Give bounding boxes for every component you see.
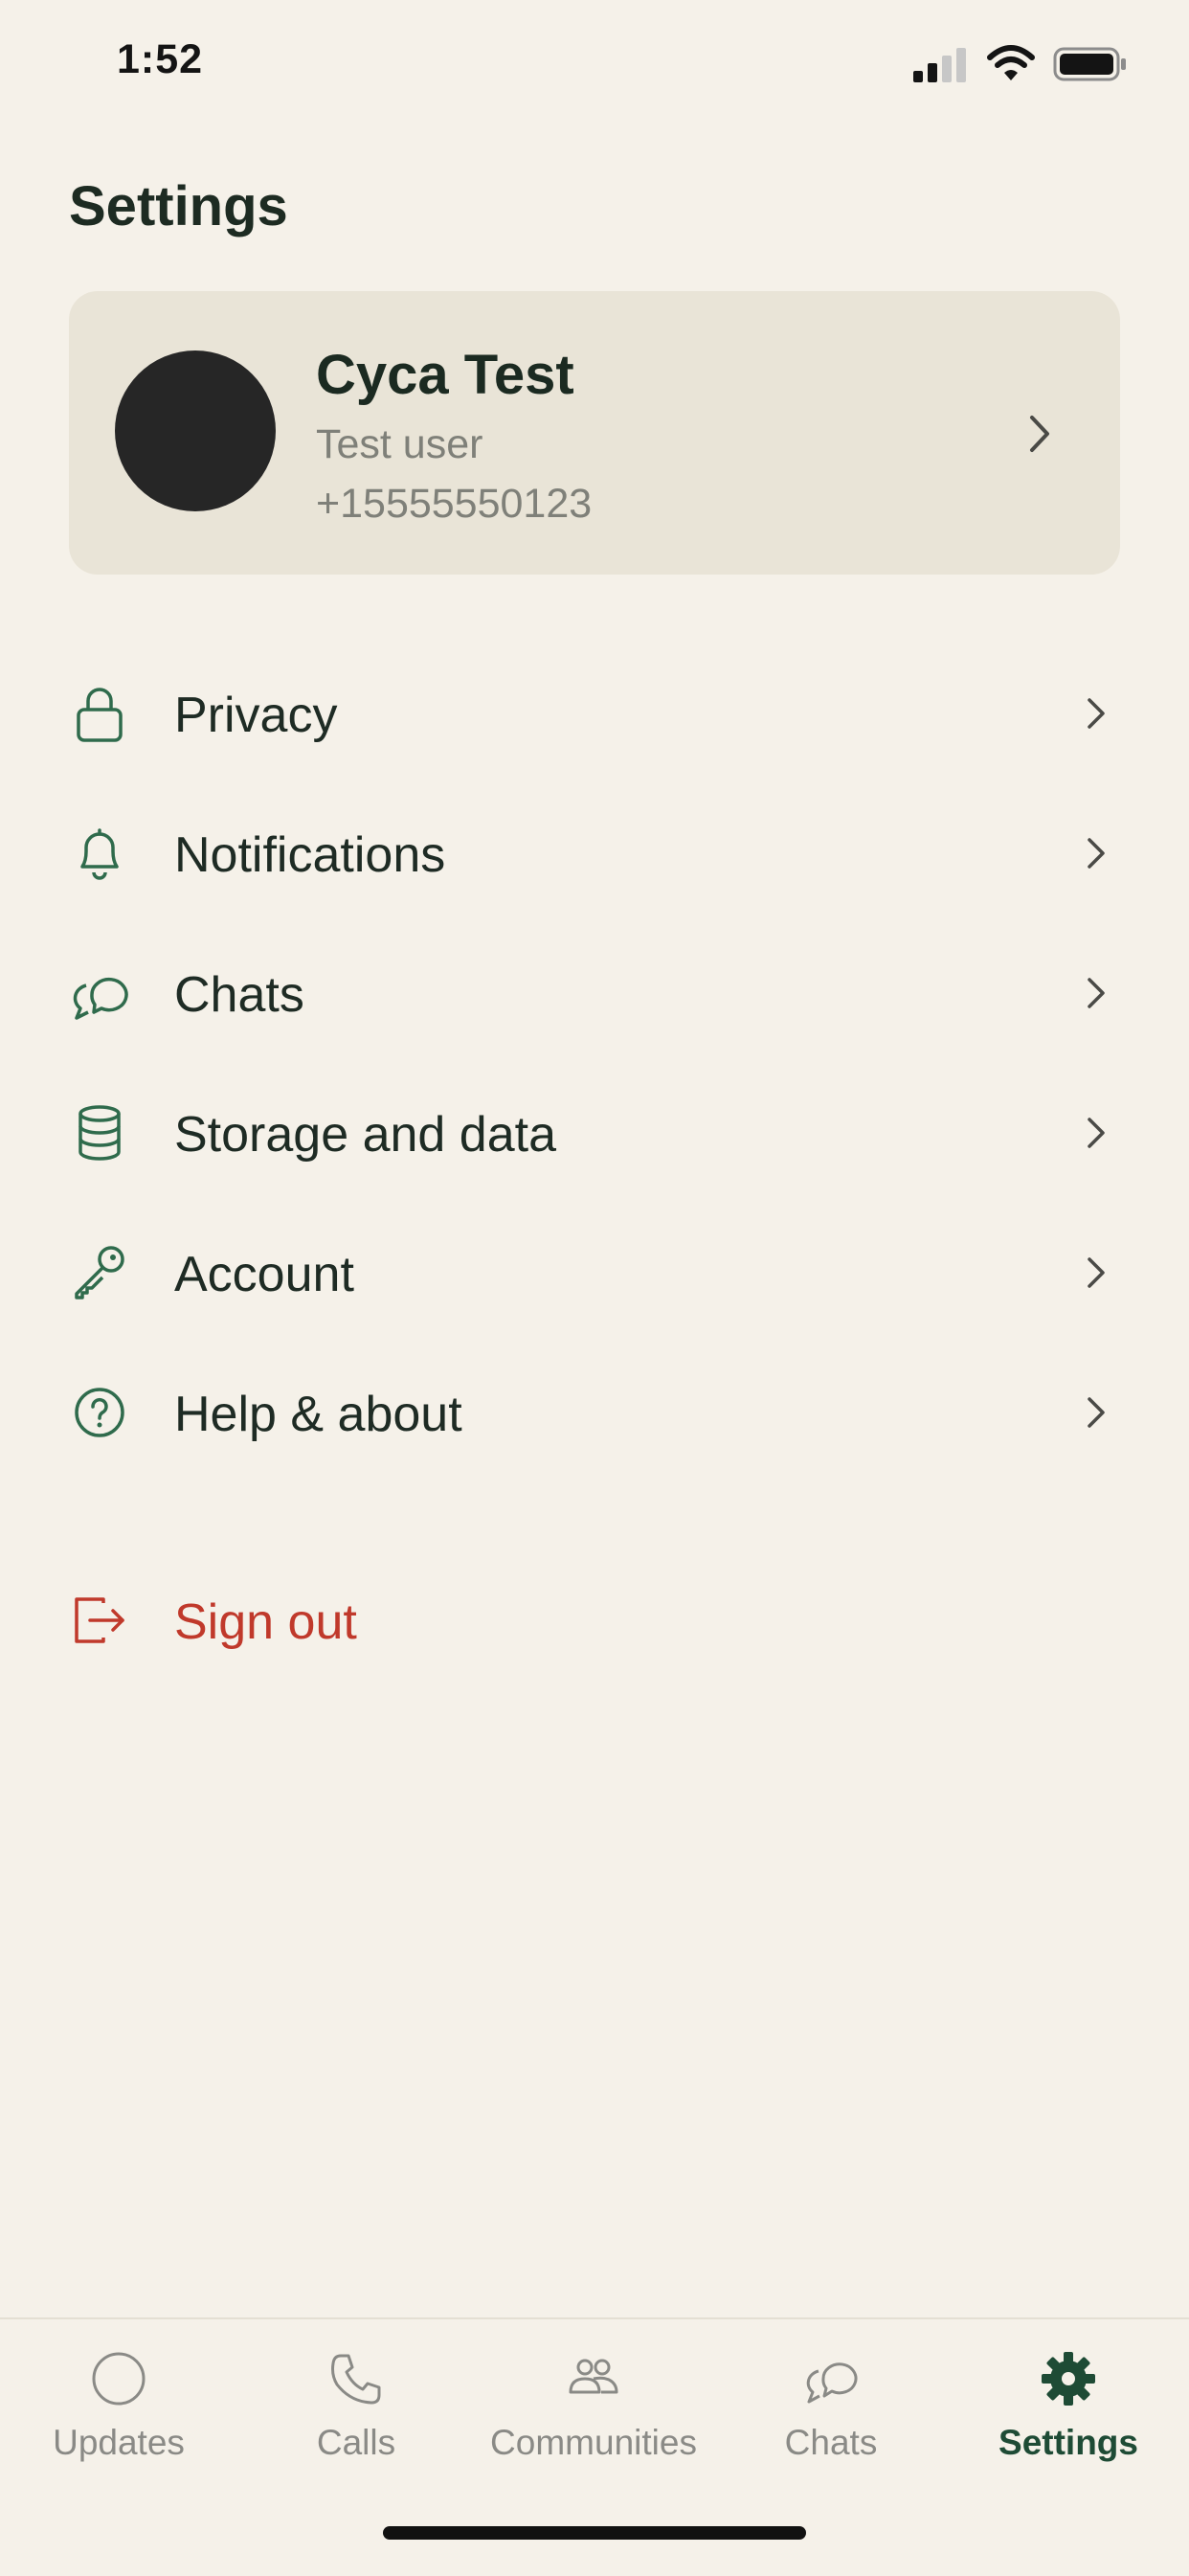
settings-item-chats[interactable]: Chats (0, 924, 1189, 1058)
settings-item-help[interactable]: Help & about (0, 1344, 1189, 1478)
signal-icon (913, 48, 966, 82)
chevron-right-icon (1088, 978, 1105, 1008)
communities-icon (569, 2359, 618, 2394)
home-indicator (383, 2526, 806, 2540)
tab-updates[interactable]: Updates (0, 2319, 237, 2482)
settings-item-storage[interactable]: Storage and data (0, 1064, 1189, 1198)
chevron-right-icon (1088, 838, 1105, 869)
tab-label: Updates (53, 2423, 185, 2462)
gear-icon (1042, 2352, 1095, 2406)
tab-label: Calls (316, 2423, 396, 2462)
settings-item-label: Chats (174, 967, 304, 1023)
tab-settings[interactable]: Settings (950, 2319, 1187, 2482)
bell-icon (80, 828, 119, 880)
chevron-right-icon (1030, 416, 1049, 452)
sign-out-icon (75, 1597, 124, 1643)
chat-bubbles-icon (73, 977, 128, 1020)
key-icon (75, 1246, 124, 1299)
settings-item-label: Account (174, 1247, 354, 1302)
sign-out-label: Sign out (174, 1594, 357, 1650)
tab-calls[interactable]: Calls (237, 2319, 475, 2482)
sign-out-button[interactable]: Sign out (0, 1551, 1189, 1685)
tab-communities[interactable]: Communities (475, 2319, 712, 2482)
settings-item-notifications[interactable]: Notifications (0, 784, 1189, 918)
phone-icon (331, 2354, 381, 2405)
lock-icon (77, 688, 123, 742)
chevron-right-icon (1088, 1118, 1105, 1148)
help-circle-icon (75, 1388, 124, 1437)
status-time: 1:52 (117, 36, 204, 82)
settings-item-label: Storage and data (174, 1107, 556, 1163)
chat-bubbles-icon (806, 2362, 858, 2404)
settings-item-label: Notifications (174, 827, 446, 883)
tab-label: Settings (998, 2423, 1138, 2462)
profile-card[interactable]: Cyca Test Test user +15555550123 (69, 291, 1120, 575)
tab-label: Communities (490, 2423, 697, 2462)
chevron-right-icon (1088, 698, 1105, 729)
settings-item-label: Help & about (174, 1387, 462, 1442)
settings-item-label: Privacy (174, 688, 338, 743)
tab-label: Chats (784, 2423, 878, 2462)
chevron-right-icon (1088, 1257, 1105, 1288)
settings-item-account[interactable]: Account (0, 1204, 1189, 1338)
updates-circle-icon (92, 2352, 146, 2406)
settings-item-privacy[interactable]: Privacy (0, 644, 1189, 779)
page-title: Settings (69, 175, 288, 237)
chevron-right-icon (1088, 1397, 1105, 1428)
battery-icon (1053, 47, 1126, 81)
tab-chats[interactable]: Chats (712, 2319, 950, 2482)
profile-phone: +15555550123 (316, 481, 593, 527)
wifi-icon (987, 45, 1035, 80)
database-icon (79, 1105, 121, 1161)
profile-name: Cyca Test (316, 344, 574, 406)
profile-status: Test user (316, 421, 483, 467)
avatar (115, 350, 276, 511)
